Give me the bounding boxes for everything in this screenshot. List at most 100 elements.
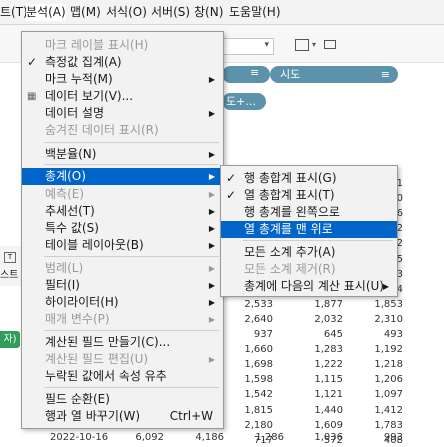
- menu-item-label: 행 총합계 표시(G): [244, 171, 337, 185]
- menu-item-label: 계산된 필드 편집(U): [45, 352, 149, 366]
- totals-menu-item-3[interactable]: 열 총계를 맨 위로: [221, 221, 397, 238]
- analysis-menu-item-2[interactable]: 마크 누적(M) ▶: [22, 71, 223, 88]
- totals-menu-item-4[interactable]: 모든 소계 추가(A): [221, 244, 397, 261]
- menu-item-label: 열 총합계 표시(T): [244, 188, 335, 202]
- sheet-tab-fragment[interactable]: T 스트: [0, 246, 23, 286]
- menu-item-label: 테이블 레이아웃(B): [45, 238, 144, 252]
- menu-item-label: 데이터 설명: [45, 106, 105, 120]
- analysis-menu-item-10[interactable]: 특수 값(S) ▶: [22, 220, 223, 237]
- menubar-item-5[interactable]: 창(N): [194, 4, 224, 21]
- menu-item-label: 백분율(N): [45, 147, 97, 161]
- menu-item-label: 총계(O): [45, 169, 86, 183]
- totals-menu-item-2[interactable]: 행 총계를 왼쪽으로: [221, 204, 397, 221]
- menu-item-label: 마크 레이블 표시(H): [45, 38, 149, 52]
- analysis-menu-item-19[interactable]: 필드 순환(E): [22, 391, 223, 408]
- table-cell: 1,877: [314, 298, 343, 310]
- pill-sido-label: 시도: [280, 68, 301, 81]
- grid-icon[interactable]: [295, 39, 309, 51]
- menubar-item-3[interactable]: 서식(O): [106, 4, 147, 21]
- analysis-menu-item-17[interactable]: 계산된 필드 편집(U) ▶: [22, 351, 223, 368]
- last-row-v5: 993: [383, 432, 403, 443]
- table-cell: 2,640: [244, 313, 273, 325]
- analysis-menu-item-20[interactable]: 행과 열 바꾸기(W) Ctrl+W: [22, 408, 223, 425]
- analysis-menu-item-9[interactable]: 추세선(T) ▶: [22, 203, 223, 220]
- totals-menu-item-0[interactable]: ✓ 행 총합계 표시(G): [221, 170, 397, 187]
- analysis-menu-item-18[interactable]: 누락된 값에서 속성 유추: [22, 368, 223, 385]
- menu-item-label: 계산된 필드 만들기(C)...: [45, 335, 171, 349]
- table-cell: 2,533: [244, 298, 273, 310]
- last-row-v4: 1,036: [314, 432, 343, 443]
- menubar-item-1[interactable]: 분석(A): [26, 4, 66, 21]
- last-row-v3: 1,286: [255, 432, 284, 443]
- menu-item-label: 하이라이터(H): [45, 295, 119, 309]
- table-cell: 1,440: [314, 404, 343, 416]
- menu-item-label: 추세선(T): [45, 204, 95, 218]
- checkmark-icon: ✓: [226, 171, 237, 185]
- table-cell: 1,283: [314, 344, 343, 356]
- analysis-menu-item-16[interactable]: 계산된 필드 만들기(C)...: [22, 334, 223, 351]
- analysis-menu-item-1[interactable]: ✓ 측정값 집계(A): [22, 54, 223, 71]
- totals-menu-item-5[interactable]: 모든 소계 제거(R): [221, 261, 397, 278]
- table-cell: 1,218: [374, 359, 403, 371]
- toolbar-dropdown[interactable]: ▾: [222, 38, 274, 55]
- submenu-arrow-icon: ▶: [208, 298, 215, 307]
- menu-item-label: 마크 누적(M): [45, 72, 113, 86]
- last-row-v2: 4,186: [195, 432, 224, 443]
- chevron-down-icon: ▾: [264, 40, 269, 50]
- menubar-item-6[interactable]: 도움말(H): [229, 4, 281, 21]
- table-cell: 1,542: [244, 389, 273, 401]
- analysis-menu-item-15[interactable]: 매개 변수(P) ▶: [22, 311, 223, 328]
- submenu-arrow-icon: ▶: [208, 315, 215, 324]
- menu-item-label: 데이터 보기(V)...: [45, 89, 134, 103]
- submenu-arrow-icon: ▶: [208, 264, 215, 273]
- table-cell: 1,783: [374, 419, 403, 431]
- pill-filter-icon: ≡: [380, 68, 390, 81]
- table-cell: 937: [253, 329, 273, 340]
- menu-separator: [44, 256, 219, 257]
- green-badge[interactable]: 자): [0, 331, 20, 348]
- presentation-icon[interactable]: [324, 40, 336, 49]
- analysis-menu-item-6[interactable]: 백분율(N) ▶: [22, 146, 223, 163]
- menu-item-label: 총계에 다음의 계산 표시(U): [244, 279, 384, 293]
- pill-filter-icon: ≡: [250, 66, 260, 79]
- totals-menu-item-6[interactable]: 총계에 다음의 계산 표시(U) ▶: [221, 278, 397, 295]
- table-cell: 1,121: [314, 389, 343, 401]
- menu-item-label: 필드 순환(E): [45, 392, 110, 406]
- menubar-item-0[interactable]: 트(T): [0, 4, 28, 21]
- columns-pill-sido[interactable]: 시도 ≡: [270, 66, 398, 83]
- menubar-item-4[interactable]: 서버(S): [151, 4, 190, 21]
- submenu-arrow-icon: ▶: [208, 172, 215, 181]
- submenu-arrow-icon: ▶: [208, 355, 215, 364]
- analysis-menu-item-12[interactable]: 범례(L) ▶: [22, 260, 223, 277]
- rows-pill-partial[interactable]: 도+...: [222, 93, 266, 110]
- analysis-menu-item-13[interactable]: 필터(I) ▶: [22, 277, 223, 294]
- columns-pill-hidden[interactable]: [222, 66, 270, 83]
- analysis-menu-item-14[interactable]: 하이라이터(H) ▶: [22, 294, 223, 311]
- submenu-arrow-icon: ▶: [382, 282, 389, 291]
- submenu-arrow-icon: ▶: [208, 224, 215, 233]
- menubar-item-2[interactable]: 맵(M): [70, 4, 102, 21]
- table-cell: 2,032: [314, 313, 343, 325]
- analysis-menu-item-11[interactable]: 테이블 레이아웃(B) ▶: [22, 237, 223, 254]
- table-cell: 1,192: [374, 344, 403, 356]
- analysis-menu-item-8[interactable]: 예측(E) ▶: [22, 186, 223, 203]
- totals-menu-item-1[interactable]: ✓ 열 총합계 표시(T): [221, 187, 397, 204]
- table-cell: 1,222: [314, 359, 343, 371]
- table-icon: ▦: [27, 91, 37, 102]
- analysis-menu-item-0[interactable]: 마크 레이블 표시(H): [22, 37, 223, 54]
- dropdown-small-icon: ▾: [312, 40, 317, 49]
- table-cell: 1,698: [244, 359, 273, 371]
- checkmark-icon: ✓: [226, 188, 237, 202]
- analysis-menu-item-4[interactable]: 데이터 설명 ▶: [22, 105, 223, 122]
- text-icon: T: [4, 252, 16, 263]
- menu-separator: [44, 330, 219, 331]
- menu-item-label: 매개 변수(P): [45, 312, 110, 326]
- table-cell: 1,412: [374, 404, 403, 416]
- analysis-menu-item-5[interactable]: 숨겨진 데이터 표시(R): [22, 122, 223, 139]
- analysis-menu-item-3[interactable]: ▦ 데이터 보기(V)...: [22, 88, 223, 105]
- analysis-menu-item-7[interactable]: 총계(O) ▶: [22, 168, 223, 185]
- menu-shortcut: Ctrl+W: [169, 409, 213, 423]
- table-cell: 2,310: [374, 313, 403, 325]
- menu-separator: [44, 387, 219, 388]
- menu-separator: [44, 164, 219, 165]
